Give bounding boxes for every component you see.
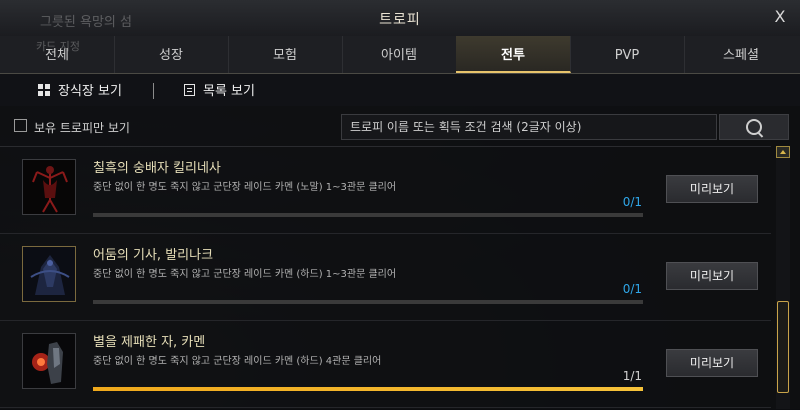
tab-combat[interactable]: 전투	[456, 36, 571, 73]
decoration-view-label: 장식장 보기	[58, 84, 122, 99]
progress-bar	[93, 387, 643, 391]
tab-growth[interactable]: 성장	[114, 36, 229, 73]
close-button[interactable]: X	[770, 7, 790, 27]
grid-icon	[38, 83, 50, 96]
trophy-name: 칠흑의 숭배자 킬리네사	[93, 161, 221, 176]
filter-row: 보유 트로피만 보기	[0, 112, 800, 142]
decoration-view-button[interactable]: 장식장 보기	[38, 80, 122, 99]
tab-special[interactable]: 스페셜	[684, 36, 798, 73]
trophy-name: 어둠의 기사, 발리나크	[93, 248, 214, 263]
view-toggle-bar: 장식장 보기 목록 보기	[0, 74, 800, 106]
tab-pvp[interactable]: PVP	[570, 36, 685, 73]
trophy-search-input[interactable]	[341, 114, 717, 140]
list-view-button[interactable]: 목록 보기	[184, 80, 255, 99]
scroll-up-arrow-icon[interactable]	[776, 146, 790, 158]
trophy-condition: 중단 없이 한 명도 죽지 않고 군단장 레이드 카멘 (노말) 1~3관문 클…	[93, 182, 397, 193]
trophy-window: 그릇된 욕망의 섬 트로피 X 카드 지정 전체 성장 모험 아이템 전투 PV…	[0, 0, 800, 409]
trophy-thumbnail	[22, 246, 76, 302]
trophy-condition: 중단 없이 한 명도 죽지 않고 군단장 레이드 카멘 (하드) 1~3관문 클…	[93, 269, 397, 280]
owned-only-checkbox[interactable]	[14, 119, 27, 132]
trophy-name: 별을 제패한 자, 카멘	[93, 335, 206, 350]
preview-button[interactable]: 미리보기	[666, 349, 758, 377]
tab-all[interactable]: 전체	[0, 36, 115, 73]
tab-adventure[interactable]: 모험	[228, 36, 343, 73]
trophy-progress-text: 0/1	[622, 282, 642, 296]
search-button[interactable]	[719, 114, 789, 140]
category-tabs: 카드 지정 전체 성장 모험 아이템 전투 PVP 스페셜	[0, 36, 800, 74]
list-view-label: 목록 보기	[203, 84, 255, 99]
trophy-progress-text: 0/1	[622, 195, 642, 209]
trophy-progress-text: 1/1	[622, 369, 642, 383]
progress-bar-fill	[93, 387, 643, 391]
list-scrollbar[interactable]	[776, 146, 790, 409]
trophy-thumbnail	[22, 159, 76, 215]
trophy-row: 별을 제패한 자, 카멘 중단 없이 한 명도 죽지 않고 군단장 레이드 카멘…	[0, 321, 771, 408]
progress-bar	[93, 300, 643, 304]
trophy-row: 칠흑의 숭배자 킬리네사 중단 없이 한 명도 죽지 않고 군단장 레이드 카멘…	[0, 147, 771, 234]
trophy-list: 칠흑의 숭배자 킬리네사 중단 없이 한 명도 죽지 않고 군단장 레이드 카멘…	[0, 146, 771, 410]
window-titlebar[interactable]: 그릇된 욕망의 섬 트로피 X	[0, 0, 800, 37]
list-icon	[184, 83, 195, 96]
preview-button[interactable]: 미리보기	[666, 262, 758, 290]
trophy-thumbnail	[22, 333, 76, 389]
tab-item[interactable]: 아이템	[342, 36, 457, 73]
window-title: 트로피	[379, 12, 421, 28]
trophy-row: 어둠의 기사, 발리나크 중단 없이 한 명도 죽지 않고 군단장 레이드 카멘…	[0, 234, 771, 321]
scroll-thumb[interactable]	[777, 301, 789, 393]
owned-only-label[interactable]: 보유 트로피만 보기	[34, 119, 130, 136]
search-icon	[746, 119, 762, 135]
progress-bar	[93, 213, 643, 217]
trophy-condition: 중단 없이 한 명도 죽지 않고 군단장 레이드 카멘 (하드) 4관문 클리어	[93, 356, 382, 367]
view-toggle-divider	[153, 83, 154, 99]
preview-button[interactable]: 미리보기	[666, 175, 758, 203]
